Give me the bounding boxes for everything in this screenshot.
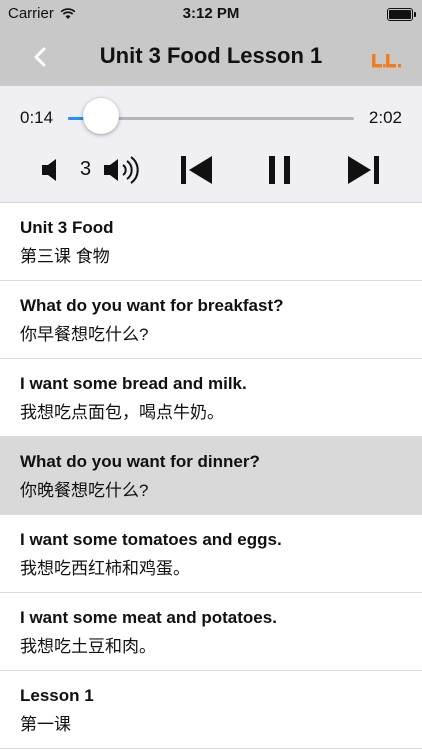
sentence-english: I want some tomatoes and eggs. [20, 530, 282, 549]
navigation-bar: Unit 3 Food Lesson 1 [0, 30, 422, 86]
sentence-chinese: 我想吃土豆和肉。 [20, 637, 156, 656]
battery-icon [387, 8, 416, 21]
back-button[interactable] [28, 44, 54, 70]
sentence-english: What do you want for dinner? [20, 452, 260, 471]
app-logo-icon [372, 54, 401, 68]
sentence-english: I want some bread and milk. [20, 374, 247, 393]
chevron-left-icon [34, 47, 46, 67]
progress-thumb[interactable] [82, 98, 119, 134]
sentence-chinese: 第三课 食物 [20, 247, 110, 266]
status-bar: Carrier 3:12 PM [0, 0, 422, 30]
list-item[interactable]: Lesson 1 第一课 [0, 671, 422, 749]
sentence-chinese: 第一课 [20, 715, 71, 734]
list-item[interactable]: I want some bread and milk. 我想吃点面包，喝点牛奶。 [0, 359, 422, 437]
volume-up-icon[interactable] [102, 150, 146, 190]
skip-previous-icon[interactable] [178, 150, 214, 190]
list-item[interactable]: Unit 3 Food 第三课 食物 [0, 203, 422, 281]
sentence-chinese: 你晚餐想吃什么? [20, 481, 149, 500]
list-item[interactable]: I want some tomatoes and eggs. 我想吃西红柿和鸡蛋… [0, 515, 422, 593]
volume-level: 3 [80, 158, 92, 180]
sentence-list: Unit 3 Food 第三课 食物 What do you want for … [0, 203, 422, 749]
audio-player: 0:14 2:02 3 [0, 86, 422, 203]
sentence-english: Unit 3 Food [20, 218, 114, 237]
sentence-chinese: 我想吃点面包，喝点牛奶。 [20, 403, 224, 422]
sentence-chinese: 你早餐想吃什么? [20, 325, 149, 344]
sentence-chinese: 我想吃西红柿和鸡蛋。 [20, 559, 190, 578]
list-item[interactable]: I want some meat and potatoes. 我想吃土豆和肉。 [0, 593, 422, 671]
volume-down-icon[interactable] [38, 150, 64, 190]
sentence-english: What do you want for breakfast? [20, 296, 284, 315]
sentence-english: I want some meat and potatoes. [20, 608, 277, 627]
page-title: Unit 3 Food Lesson 1 [99, 43, 323, 68]
pause-icon[interactable] [262, 150, 298, 190]
skip-next-icon[interactable] [346, 150, 382, 190]
total-time: 2:02 [368, 108, 402, 127]
current-time: 0:14 [20, 108, 54, 127]
status-time: 3:12 PM [182, 5, 240, 22]
list-item[interactable]: What do you want for breakfast? 你早餐想吃什么? [0, 281, 422, 359]
list-item[interactable]: What do you want for dinner? 你晚餐想吃什么? [0, 437, 422, 515]
sentence-english: Lesson 1 [20, 686, 94, 705]
